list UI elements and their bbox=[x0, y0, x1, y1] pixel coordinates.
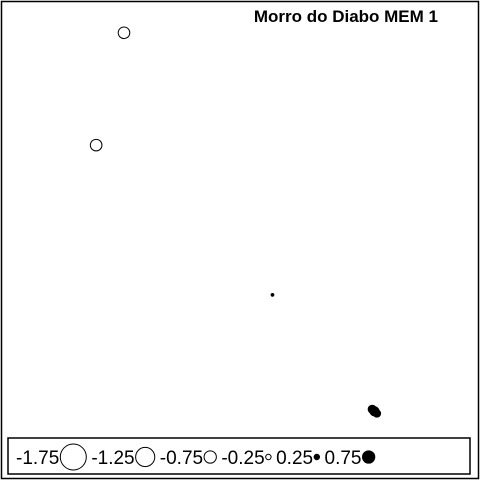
legend-symbol-1 bbox=[59, 443, 87, 471]
legend-label-1: -1.75 bbox=[16, 448, 59, 469]
legend-symbol-5 bbox=[313, 453, 321, 461]
data-point-2 bbox=[89, 138, 103, 152]
legend-label-2: -1.25 bbox=[91, 448, 134, 469]
legend-symbol-4 bbox=[265, 453, 272, 461]
scatter-plot: Morro do Diabo MEM 1 -1.75 -1.25 -0.75 -0.2… bbox=[0, 0, 480, 480]
chart-title: Morro do Diabo MEM 1 bbox=[254, 7, 438, 26]
legend-label-3: -0.75 bbox=[160, 448, 203, 469]
points-layer bbox=[89, 26, 382, 418]
legend-symbol-6 bbox=[362, 450, 376, 464]
legend-symbol-2 bbox=[135, 446, 156, 468]
plot-border bbox=[0, 0, 480, 480]
legend-label-5: 0.25 bbox=[276, 448, 313, 469]
legend-symbol-3 bbox=[203, 450, 217, 464]
data-point-3 bbox=[270, 293, 275, 297]
data-point-1 bbox=[117, 26, 131, 40]
legend-label-6: 0.75 bbox=[325, 448, 362, 469]
data-point-6 bbox=[372, 409, 382, 418]
legend-label-4: -0.25 bbox=[221, 448, 264, 469]
